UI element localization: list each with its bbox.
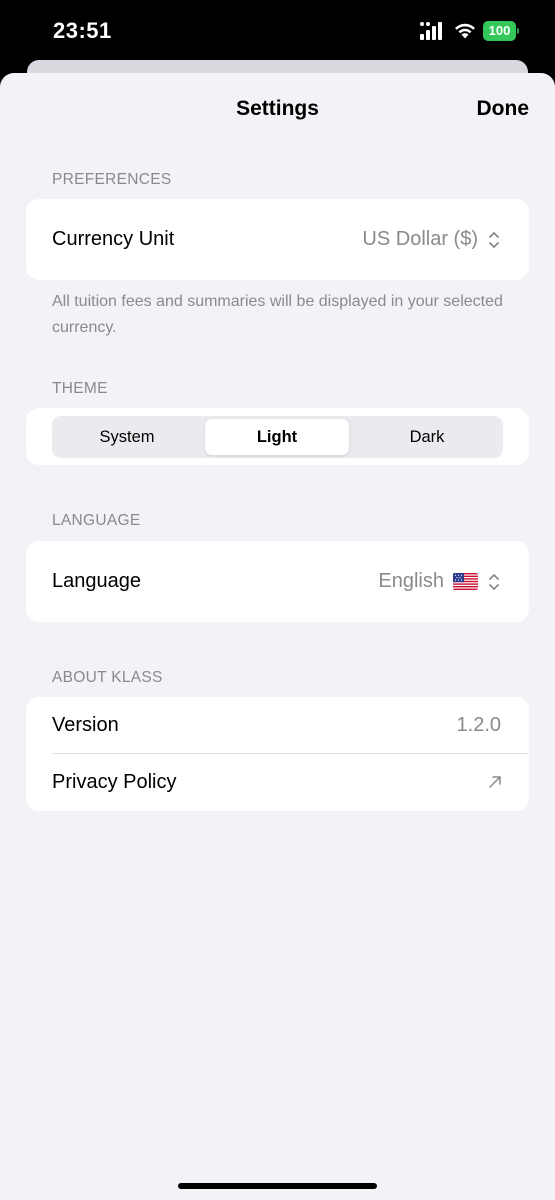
battery-icon: 100 <box>483 21 519 41</box>
us-flag-icon <box>453 573 478 590</box>
privacy-policy-row[interactable]: Privacy Policy <box>26 754 529 811</box>
section-header-theme: THEME <box>52 380 108 397</box>
cellular-signal-icon <box>420 22 442 40</box>
version-label: Version <box>52 714 119 736</box>
done-button[interactable]: Done <box>477 97 530 121</box>
theme-segmented-control[interactable]: System Light Dark <box>52 416 503 458</box>
section-header-language: LANGUAGE <box>52 512 141 529</box>
currency-picker[interactable]: US Dollar ($) <box>362 228 501 251</box>
version-row: Version 1.2.0 <box>26 697 529 754</box>
currency-footer-note: All tuition fees and summaries will be d… <box>52 293 503 336</box>
theme-option-dark[interactable]: Dark <box>355 419 499 455</box>
language-label: Language <box>52 570 141 592</box>
section-header-preferences: PREFERENCES <box>52 171 172 188</box>
section-header-about: ABOUT KLASS <box>52 669 163 686</box>
home-indicator[interactable] <box>178 1183 377 1189</box>
currency-value: US Dollar ($) <box>362 228 478 250</box>
theme-option-light[interactable]: Light <box>205 419 349 455</box>
page-title: Settings <box>236 97 319 120</box>
version-value: 1.2.0 <box>456 714 501 736</box>
about-card: Version 1.2.0 Privacy Policy <box>26 697 529 811</box>
chevron-up-down-icon <box>489 573 499 590</box>
status-time: 23:51 <box>53 18 112 43</box>
status-bar: 23:51 100 <box>0 0 555 62</box>
battery-level: 100 <box>483 21 516 41</box>
arrow-up-right-icon <box>489 776 501 788</box>
language-value: English <box>378 570 444 592</box>
currency-unit-label: Currency Unit <box>52 228 175 250</box>
language-row[interactable]: Language English <box>26 541 529 622</box>
currency-unit-row[interactable]: Currency Unit US Dollar ($) <box>26 199 529 280</box>
wifi-icon <box>455 23 475 39</box>
theme-option-system[interactable]: System <box>55 419 199 455</box>
language-picker[interactable]: English <box>378 570 501 593</box>
settings-sheet: Settings Done PREFERENCES Currency Unit … <box>0 73 555 1200</box>
privacy-policy-label: Privacy Policy <box>52 771 177 793</box>
theme-card: System Light Dark <box>26 408 529 465</box>
chevron-up-down-icon <box>489 231 499 248</box>
